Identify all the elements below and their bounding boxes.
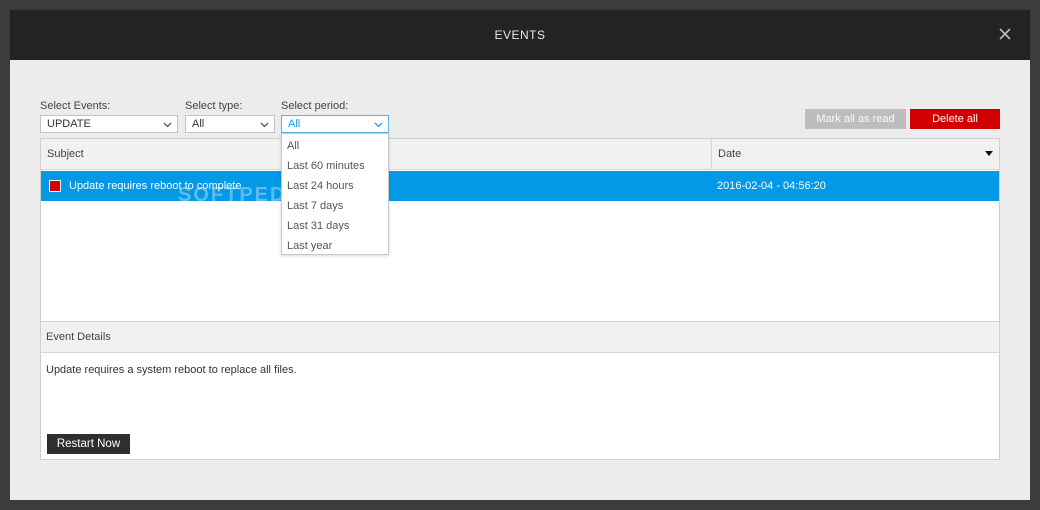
- period-dropdown-list: All Last 60 minutes Last 24 hours Last 7…: [281, 133, 389, 255]
- select-events-label: Select Events:: [40, 100, 111, 112]
- period-option-last-7-days[interactable]: Last 7 days: [282, 196, 388, 216]
- table-row[interactable]: Update requires reboot to complete 2016-…: [41, 171, 999, 201]
- event-details-header: Event Details: [41, 322, 999, 353]
- title-bar: EVENTS: [10, 10, 1030, 60]
- table-header: Subject Date: [41, 139, 999, 170]
- column-date-label: Date: [718, 148, 742, 160]
- row-date: 2016-02-04 - 04:56:20: [717, 180, 826, 192]
- period-option-last-60-minutes[interactable]: Last 60 minutes: [282, 156, 388, 176]
- select-period-label: Select period:: [281, 100, 349, 112]
- chevron-down-icon: [260, 122, 269, 128]
- close-icon[interactable]: [998, 27, 1012, 41]
- delete-all-button[interactable]: Delete all: [910, 109, 1000, 129]
- event-details-text: Update requires a system reboot to repla…: [46, 364, 297, 376]
- select-type-dropdown[interactable]: All: [185, 115, 275, 133]
- events-window: EVENTS Select Events: UPDATE Select type…: [10, 10, 1030, 500]
- event-details-panel: Event Details Update requires a system r…: [40, 321, 1000, 460]
- period-option-last-24-hours[interactable]: Last 24 hours: [282, 176, 388, 196]
- period-option-last-31-days[interactable]: Last 31 days: [282, 216, 388, 236]
- sort-descending-icon: [985, 151, 993, 156]
- mark-all-read-button[interactable]: Mark all as read: [805, 109, 906, 129]
- unread-flag-icon: [49, 180, 61, 192]
- period-option-last-year[interactable]: Last year: [282, 236, 388, 256]
- column-subject-label: Subject: [47, 148, 84, 160]
- select-events-dropdown[interactable]: UPDATE: [40, 115, 178, 133]
- chevron-down-icon: [374, 122, 383, 128]
- select-events-value: UPDATE: [47, 118, 91, 130]
- column-header-date[interactable]: Date: [711, 139, 999, 169]
- chevron-down-icon: [163, 122, 172, 128]
- row-subject: Update requires reboot to complete: [69, 180, 242, 192]
- select-type-label: Select type:: [185, 100, 243, 112]
- events-table: Subject Date Update requires reboot to c…: [40, 138, 1000, 322]
- select-type-value: All: [192, 118, 205, 130]
- period-option-all[interactable]: All: [282, 136, 388, 156]
- restart-now-button[interactable]: Restart Now: [47, 434, 130, 454]
- select-period-dropdown[interactable]: All: [281, 115, 389, 133]
- select-period-value: All: [288, 118, 301, 130]
- window-title: EVENTS: [494, 28, 546, 42]
